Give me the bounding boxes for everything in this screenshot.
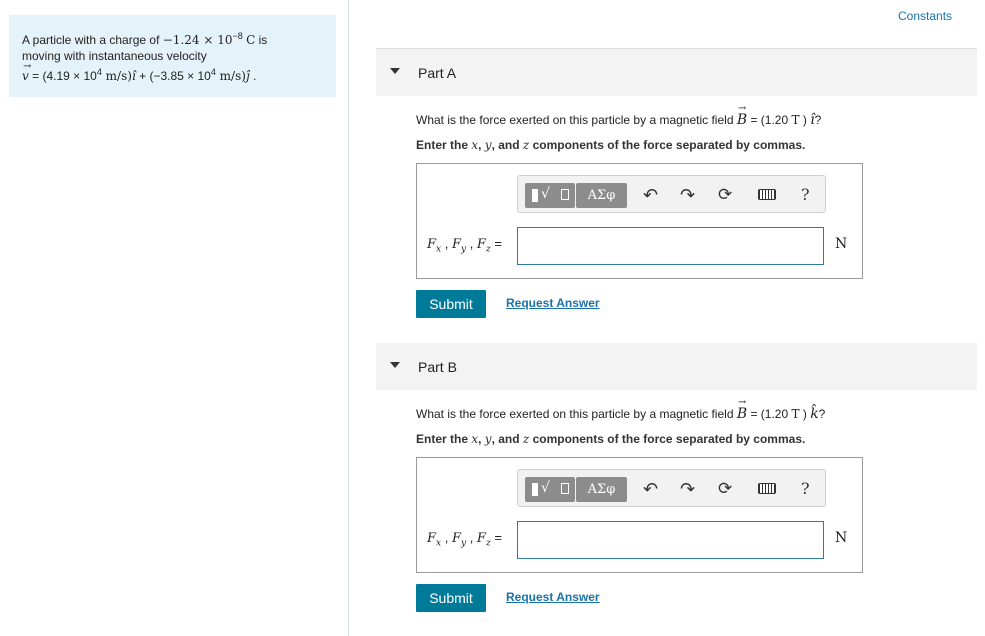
templates-icon[interactable]: √ [525,183,575,208]
answer-label: Fx , Fy , Fz = [427,530,502,549]
part-a-header[interactable]: Part A [376,49,977,96]
request-answer-link[interactable]: Request Answer [506,590,600,604]
help-icon[interactable]: ? [801,185,810,205]
help-icon[interactable]: ? [801,479,810,499]
answer-input[interactable] [517,227,824,265]
problem-line-3: v → = (4.19 × 104 m/s)î + (−3.85 × 104 m/… [22,61,257,83]
submit-button[interactable]: Submit [416,584,486,612]
keyboard-icon[interactable] [758,483,776,494]
velocity-symbol: v → [22,61,32,83]
templates-icon[interactable]: √ [525,477,575,502]
problem-statement: A particle with a charge of −1.24 × 10−8… [9,15,336,97]
submit-button[interactable]: Submit [416,290,486,318]
answer-label: Fx , Fy , Fz = [427,236,502,255]
part-b-question: What is the force exerted on this partic… [416,397,826,422]
greek-icon[interactable]: ΑΣφ [576,183,627,208]
part-a-question: What is the force exerted on this partic… [416,103,822,128]
part-b-answer-box: √ ΑΣφ ↶ ↷ ⟳ ? Fx , Fy , Fz = N [416,457,863,573]
math-toolbar: √ ΑΣφ ↶ ↷ ⟳ ? [517,469,826,507]
keyboard-icon[interactable] [758,189,776,200]
redo-icon[interactable]: ↷ [680,185,695,205]
reset-icon[interactable]: ⟳ [718,479,732,499]
caret-down-icon[interactable] [390,68,400,74]
answer-unit: N [835,530,848,546]
problem-line-1: A particle with a charge of −1.24 × 10−8… [22,31,268,47]
redo-icon[interactable]: ↷ [680,479,695,499]
request-answer-link[interactable]: Request Answer [506,296,600,310]
caret-down-icon[interactable] [390,362,400,368]
part-a-answer-box: √ ΑΣφ ↶ ↷ ⟳ ? Fx , Fy , Fz = N [416,163,863,279]
greek-icon[interactable]: ΑΣφ [576,477,627,502]
part-a-instruction: Enter the x, y, and z components of the … [416,138,806,152]
constants-link[interactable]: Constants [898,9,952,23]
part-b-header[interactable]: Part B [376,343,977,390]
undo-icon[interactable]: ↶ [643,185,658,205]
problem-pane: A particle with a charge of −1.24 × 10−8… [0,0,349,636]
problem-line-2: moving with instantaneous velocity [22,49,207,63]
part-a-title: Part A [418,65,457,81]
undo-icon[interactable]: ↶ [643,479,658,499]
part-b-instruction: Enter the x, y, and z components of the … [416,432,806,446]
reset-icon[interactable]: ⟳ [718,185,732,205]
math-toolbar: √ ΑΣφ ↶ ↷ ⟳ ? [517,175,826,213]
b-vector-symbol: B → [736,103,748,128]
answer-unit: N [835,236,848,252]
b-vector-symbol: B → [736,397,748,422]
part-b-title: Part B [418,359,457,375]
answer-input[interactable] [517,521,824,559]
